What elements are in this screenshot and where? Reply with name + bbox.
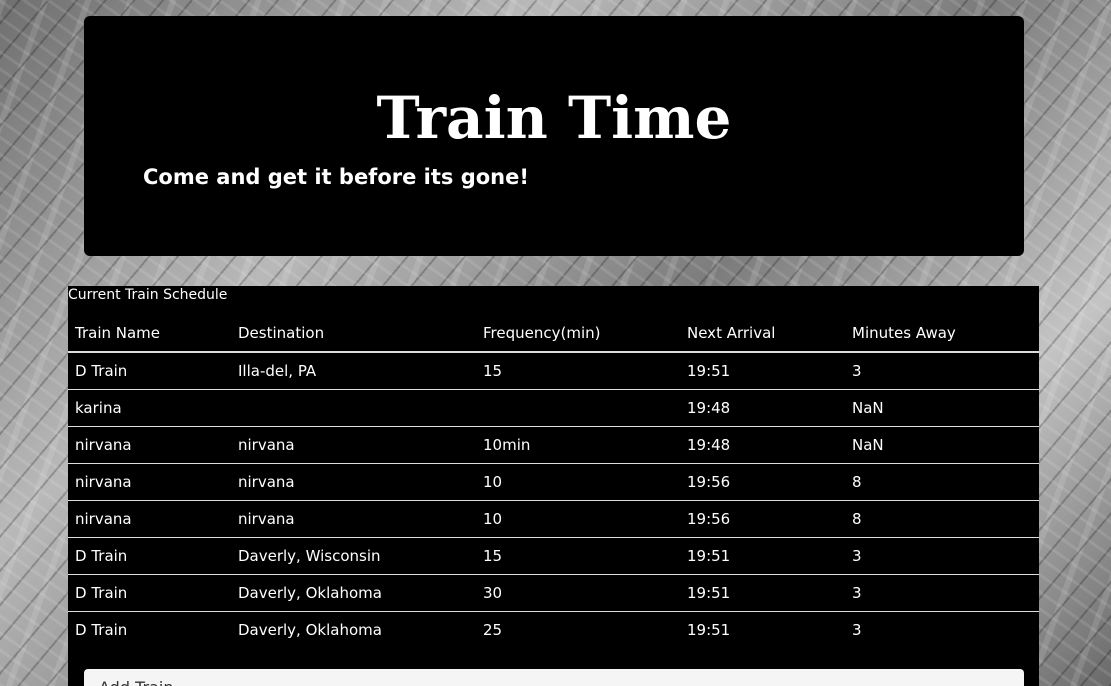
column-header-frequency: Frequency(min)	[476, 315, 680, 353]
table-row: D Train Daverly, Oklahoma 25 19:51 3	[68, 612, 1039, 649]
table-row: karina 19:48 NaN	[68, 390, 1039, 427]
schedule-table-body: D Train Illa-del, PA 15 19:51 3 karina 1…	[68, 352, 1039, 648]
cell-frequency: 30	[483, 584, 503, 602]
schedule-panel: Current Train Schedule Train Name Destin…	[68, 286, 1039, 686]
cell-frequency: 10	[483, 473, 503, 491]
table-row: D Train Illa-del, PA 15 19:51 3	[68, 352, 1039, 390]
cell-minutes-away: NaN	[852, 399, 884, 417]
cell-train-name: karina	[75, 399, 122, 417]
column-header-train-name: Train Name	[68, 315, 231, 353]
cell-destination: Daverly, Oklahoma	[238, 584, 382, 602]
cell-train-name: nirvana	[75, 436, 132, 454]
header-jumbotron: Train Time Come and get it before its go…	[84, 16, 1024, 256]
cell-minutes-away: 3	[852, 547, 862, 565]
cell-frequency: 10	[483, 510, 503, 528]
cell-destination: Daverly, Wisconsin	[238, 547, 381, 565]
schedule-table: Train Name Destination Frequency(min) Ne…	[68, 315, 1039, 648]
cell-frequency	[476, 390, 680, 427]
cell-frequency: 10min	[483, 436, 531, 454]
page-title: Train Time	[376, 84, 732, 152]
cell-destination: Daverly, Oklahoma	[238, 621, 382, 639]
cell-destination: nirvana	[238, 436, 295, 454]
column-header-next-arrival: Next Arrival	[680, 315, 845, 353]
cell-train-name: D Train	[75, 547, 128, 565]
cell-next-arrival: 19:48	[687, 436, 731, 454]
table-row: nirvana nirvana 10 19:56 8	[68, 464, 1039, 501]
cell-next-arrival: 19:56	[687, 510, 731, 528]
cell-minutes-away: 8	[852, 473, 862, 491]
add-train-panel-heading: Add Train	[84, 669, 1024, 686]
cell-next-arrival: 19:51	[687, 362, 731, 380]
cell-minutes-away: 3	[852, 621, 862, 639]
cell-destination	[231, 390, 476, 427]
add-train-title: Add Train	[99, 678, 173, 686]
table-row: D Train Daverly, Oklahoma 30 19:51 3	[68, 575, 1039, 612]
cell-minutes-away: 3	[852, 584, 862, 602]
cell-destination: nirvana	[238, 473, 295, 491]
cell-frequency: 15	[483, 362, 503, 380]
cell-train-name: D Train	[75, 584, 128, 602]
cell-next-arrival: 19:56	[687, 473, 731, 491]
cell-frequency: 25	[483, 621, 503, 639]
page-tagline: Come and get it before its gone!	[143, 165, 529, 189]
cell-frequency: 15	[483, 547, 503, 565]
cell-destination: Illa-del, PA	[238, 362, 317, 380]
cell-next-arrival: 19:51	[687, 584, 731, 602]
cell-train-name: D Train	[75, 362, 128, 380]
cell-train-name: nirvana	[75, 473, 132, 491]
cell-train-name: nirvana	[75, 510, 132, 528]
cell-minutes-away: NaN	[852, 436, 884, 454]
schedule-title: Current Train Schedule	[68, 287, 228, 303]
cell-next-arrival: 19:51	[687, 547, 731, 565]
cell-minutes-away: 3	[852, 362, 862, 380]
cell-destination: nirvana	[238, 510, 295, 528]
cell-next-arrival: 19:48	[687, 399, 731, 417]
schedule-table-header: Train Name Destination Frequency(min) Ne…	[68, 315, 1039, 353]
cell-minutes-away: 8	[852, 510, 862, 528]
header-row: Train Name Destination Frequency(min) Ne…	[68, 315, 1039, 353]
cell-next-arrival: 19:51	[687, 621, 731, 639]
table-row: nirvana nirvana 10 19:56 8	[68, 501, 1039, 538]
cell-train-name: D Train	[75, 621, 128, 639]
table-row: nirvana nirvana 10min 19:48 NaN	[68, 427, 1039, 464]
column-header-destination: Destination	[231, 315, 476, 353]
table-row: D Train Daverly, Wisconsin 15 19:51 3	[68, 538, 1039, 575]
column-header-minutes-away: Minutes Away	[845, 315, 1039, 353]
